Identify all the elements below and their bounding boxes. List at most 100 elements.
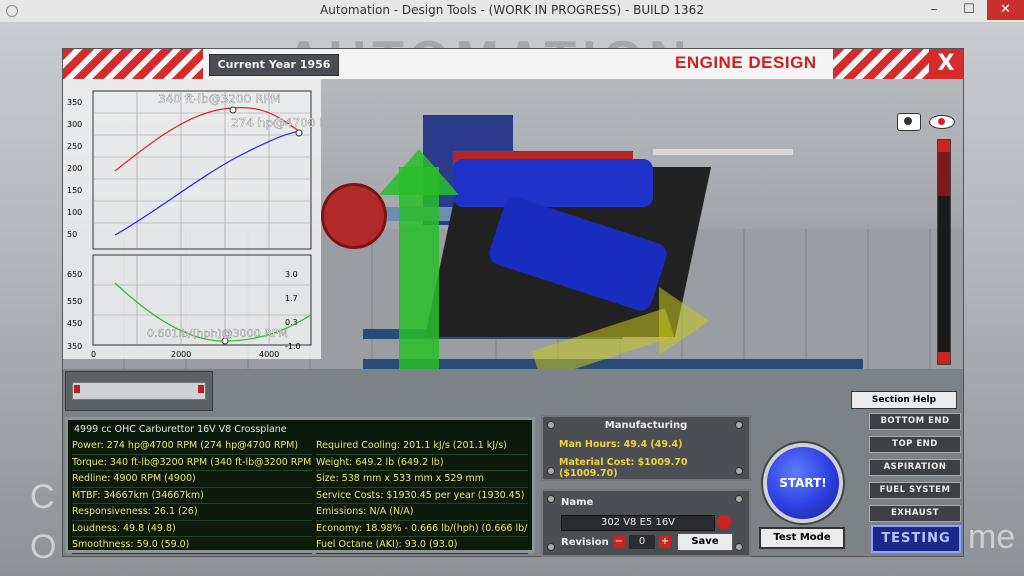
panel-header: Current Year 1956 ENGINE DESIGN X <box>63 49 963 79</box>
xtick: 0 <box>91 350 96 359</box>
xtick: 4000 <box>259 350 279 359</box>
rivet <box>547 467 555 475</box>
engine-graphs: 350 300 250 200 150 100 50 340 ft-lb@320… <box>63 79 321 359</box>
man-hours: Man Hours: 49.4 (49.4) <box>559 439 683 450</box>
engine-summary: 4999 cc OHC Carburettor 16V V8 Crossplan… <box>74 424 287 435</box>
flywheel <box>321 183 387 249</box>
stat-loudness: Loudness: 49.8 (49.8) <box>72 521 312 537</box>
rivet <box>735 495 743 503</box>
upper-ytick: 50 <box>67 230 77 239</box>
revision-label: Revision <box>561 537 609 548</box>
move-arrow-vertical[interactable] <box>399 167 439 369</box>
material-cost: Material Cost: $1009.70 ($1009.70) <box>559 457 688 479</box>
stat-size: Size: 538 mm x 533 mm x 529 mm <box>316 471 528 488</box>
stat-mtbf: MTBF: 34667km (34667km) <box>72 488 312 504</box>
section-title: ENGINE DESIGN <box>675 53 817 72</box>
lower-left-ytick: 350 <box>67 342 82 351</box>
stats-left-column: Power: 274 hp@4700 RPM (274 hp@4700 RPM)… <box>72 438 312 554</box>
close-panel-button[interactable]: X <box>929 49 963 79</box>
upper-ytick: 100 <box>67 208 82 217</box>
section-fuel-system[interactable]: FUEL SYSTEM <box>869 482 961 499</box>
section-bottom-end[interactable]: BOTTOM END <box>869 413 961 430</box>
xtick: 2000 <box>171 350 191 359</box>
upper-ytick: 350 <box>67 98 82 107</box>
intake-manifold <box>453 159 653 207</box>
start-button[interactable]: START! <box>763 443 843 523</box>
background-text-left: C O <box>30 478 57 566</box>
stat-smoothness: Smoothness: 59.0 (59.0) <box>72 537 312 554</box>
section-testing[interactable]: TESTING <box>871 525 961 553</box>
rivet <box>547 495 555 503</box>
lower-plot: 650 550 450 350 3.0 1.7 0.3 -1.0 0.601lb… <box>67 254 312 359</box>
rivet <box>735 543 743 551</box>
engine-design-panel: Current Year 1956 ENGINE DESIGN X 350 30… <box>62 48 964 557</box>
lower-left-ytick: 550 <box>67 297 82 306</box>
zoom-scrollbar[interactable] <box>937 139 951 365</box>
lower-right-ytick: 1.7 <box>285 294 298 303</box>
save-button[interactable]: Save <box>677 533 733 551</box>
stat-responsiveness: Responsiveness: 26.1 (26) <box>72 504 312 521</box>
engine-stats-panel: 4999 cc OHC Carburettor 16V V8 Crossplan… <box>65 417 535 554</box>
mini-timeline[interactable] <box>65 371 213 411</box>
upper-plot: 350 300 250 200 150 100 50 340 ft-lb@320… <box>67 90 321 250</box>
section-aspiration[interactable]: ASPIRATION <box>869 459 961 476</box>
stat-fuel-octane: Fuel Octane (AKI): 93.0 (93.0) <box>316 537 528 554</box>
power-peak-marker <box>295 129 303 137</box>
camera-icon[interactable] <box>897 113 921 131</box>
torque-peak-label: 340 ft-lb@3200 RPM <box>158 92 281 106</box>
stat-power: Power: 274 hp@4700 RPM (274 hp@4700 RPM) <box>72 438 312 455</box>
window-close-button[interactable]: ✕ <box>987 0 1024 20</box>
current-year: Current Year 1956 <box>209 54 339 76</box>
window-title: Automation - Design Tools - (WORK IN PRO… <box>320 3 704 17</box>
stat-cooling: Required Cooling: 201.1 kJ/s (201.1 kJ/s… <box>316 438 528 455</box>
stat-emissions: Emissions: N/A (N/A) <box>316 504 528 521</box>
window-titlebar: Automation - Design Tools - (WORK IN PRO… <box>0 0 1024 23</box>
rivet <box>547 543 555 551</box>
stat-torque: Torque: 340 ft-lb@3200 RPM (340 ft-lb@32… <box>72 455 312 471</box>
torque-peak-marker <box>229 106 237 114</box>
stats-right-column: Required Cooling: 201.1 kJ/s (201.1 kJ/s… <box>316 438 528 554</box>
name-label: Name <box>561 497 594 508</box>
revision-decrement-button[interactable]: − <box>613 536 625 548</box>
revision-value: 0 <box>629 535 655 549</box>
background-text-right: me <box>968 518 1016 556</box>
minimize-button[interactable]: – <box>918 0 950 20</box>
eye-icon[interactable] <box>929 115 955 129</box>
power-curve <box>114 130 300 236</box>
mini-timeline-track[interactable] <box>72 382 206 400</box>
mini-right-marker[interactable] <box>198 385 204 393</box>
scroll-down-button[interactable] <box>938 352 950 364</box>
lower-left-ytick: 450 <box>67 319 82 328</box>
stat-redline: Redline: 4900 RPM (4900) <box>72 471 312 488</box>
stat-service-costs: Service Costs: $1930.45 per year (1930.4… <box>316 488 528 504</box>
section-top-end[interactable]: TOP END <box>869 436 961 453</box>
stat-weight: Weight: 649.2 lb (649.2 lb) <box>316 455 528 471</box>
header-stripes-right <box>833 49 929 79</box>
lower-right-ytick: -1.0 <box>285 342 301 351</box>
revision-increment-button[interactable]: + <box>659 536 671 548</box>
move-arrow-horizontal-head[interactable] <box>659 287 709 355</box>
mini-left-marker[interactable] <box>74 385 80 393</box>
section-help-button[interactable]: Section Help <box>851 391 957 409</box>
upper-ytick: 250 <box>67 142 82 151</box>
engine-3d-viewport[interactable]: 350 300 250 200 150 100 50 340 ft-lb@320… <box>63 79 963 369</box>
section-exhaust[interactable]: EXHAUST <box>869 505 961 522</box>
section-nav: BOTTOM END TOP END ASPIRATION FUEL SYSTE… <box>859 413 961 528</box>
test-mode-button[interactable]: Test Mode <box>759 527 845 549</box>
scroll-up-button[interactable] <box>938 140 950 152</box>
stat-economy: Economy: 18.98% - 0.666 lb/(hph) (0.666 … <box>316 521 528 537</box>
scroll-thumb[interactable] <box>938 152 950 196</box>
upper-ytick: 200 <box>67 164 82 173</box>
bsfc-label: 0.601lb/(hph)@3000 RPM <box>147 327 288 340</box>
upper-ytick: 300 <box>67 120 82 129</box>
randomize-name-button[interactable] <box>717 515 731 529</box>
move-arrow-vertical-head[interactable] <box>379 149 459 195</box>
engine-name-input[interactable]: 302 V8 E5 16V <box>561 515 715 531</box>
workbench <box>653 149 793 155</box>
manufacturing-panel: Manufacturing Man Hours: 49.4 (49.4) Mat… <box>541 415 751 481</box>
header-stripes-left <box>63 49 203 79</box>
maximize-button[interactable]: ☐ <box>953 0 985 20</box>
manufacturing-title: Manufacturing <box>604 420 688 431</box>
name-panel: Name 302 V8 E5 16V Revision − 0 + Save <box>541 489 751 557</box>
upper-ytick: 150 <box>67 186 82 195</box>
